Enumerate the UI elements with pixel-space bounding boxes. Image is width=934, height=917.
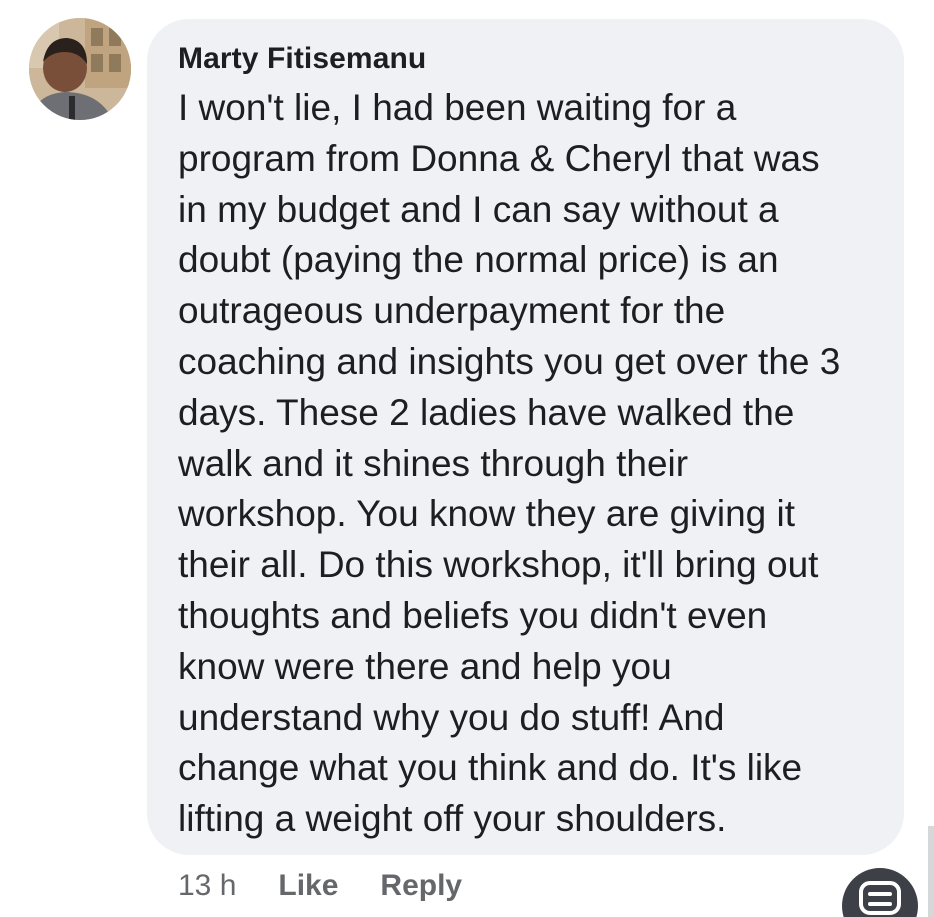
comment-screen: Marty Fitisemanu I won't lie, I had been… (0, 0, 934, 917)
comment-line: their all. Do this workshop, it'll bring… (178, 544, 819, 586)
comment-line: thoughts and beliefs you didn't even (178, 594, 768, 636)
comment-line: walk and it shines through their (178, 442, 689, 484)
avatar[interactable] (29, 18, 131, 120)
comment-line: change what you think and do. It's like (178, 747, 803, 789)
avatar-photo-icon (29, 18, 131, 120)
comment-line: understand why you do stuff! And (178, 696, 725, 738)
comment-line: outrageous underpayment for the (178, 290, 726, 332)
reply-button[interactable]: Reply (380, 869, 462, 903)
scrollbar-edge (928, 826, 934, 917)
chat-bubble-icon (859, 881, 901, 915)
comment-text: I won't lie, I had been waiting for a pr… (178, 83, 874, 845)
comment-line: workshop. You know they are giving it (178, 493, 796, 535)
comment-line: program from Donna & Cheryl that was (178, 137, 820, 179)
floating-chat-button[interactable] (842, 868, 918, 917)
comment-timestamp[interactable]: 13 h (178, 869, 236, 903)
comment-line: I won't lie, I had been waiting for a (178, 87, 737, 128)
comment-author[interactable]: Marty Fitisemanu (178, 40, 874, 78)
comment-line: doubt (paying the normal price) is an (178, 239, 779, 281)
comment-line: lifting a weight off your shoulders. (178, 798, 727, 840)
comment-line: days. These 2 ladies have walked the (178, 391, 795, 433)
comment-bubble: Marty Fitisemanu I won't lie, I had been… (147, 19, 904, 855)
comment-actions: 13 h Like Reply (178, 866, 462, 906)
comment-line: know were there and help you (178, 645, 672, 687)
like-button[interactable]: Like (278, 869, 338, 903)
comment-line: in my budget and I can say without a (178, 188, 779, 230)
comment-line: coaching and insights you get over the 3 (178, 340, 841, 382)
